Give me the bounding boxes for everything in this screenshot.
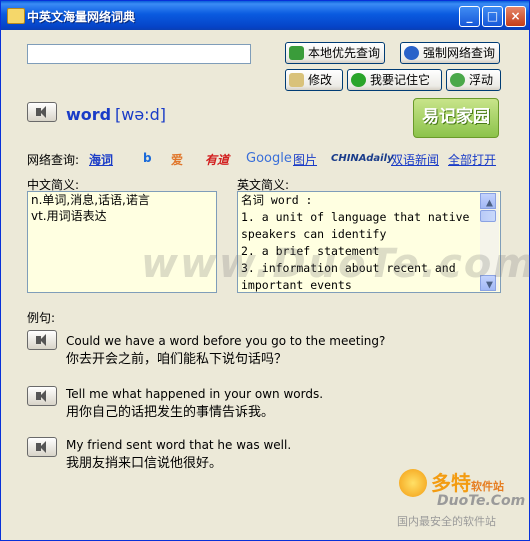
example-1-cn: 你去开会之前，咱们能私下说句话吗？ — [66, 352, 288, 367]
modify-button[interactable]: 修改 — [285, 69, 343, 91]
duote-watermark: 多特软件站 DuoTe.Com 国内最安全的软件站 — [393, 465, 525, 531]
window-title: 中英文海量网络词典 — [27, 10, 136, 24]
example-1-pronounce-button[interactable] — [27, 330, 57, 350]
word-pronounce-button[interactable] — [27, 102, 57, 122]
remember-button[interactable]: 我要记住它 — [347, 69, 442, 91]
example-2-en: Tell me what happened in your own words. — [66, 387, 324, 401]
bing-link[interactable]: b — [143, 151, 152, 165]
maximize-button[interactable]: □ — [482, 6, 503, 27]
google-images-link[interactable]: 图片 — [293, 151, 317, 168]
youdao-link[interactable]: 有道 — [205, 151, 229, 168]
duote-brand: 多特软件站 — [431, 471, 504, 495]
close-button[interactable]: × — [505, 6, 526, 27]
local-first-query-label: 本地优先查询 — [308, 46, 381, 60]
online-query-label: 网络查询: — [27, 153, 80, 167]
google-link[interactable]: Google — [246, 151, 292, 166]
example-2-cn: 用你自己的话把发生的事情告诉我。 — [66, 405, 275, 420]
minimize-button[interactable]: _ — [459, 6, 480, 27]
remember-label: 我要记住它 — [370, 73, 431, 87]
bilingual-news-link[interactable]: 双语新闻 — [391, 151, 439, 168]
duote-star-icon — [399, 469, 427, 497]
example-3-en: My friend sent word that he was well. — [66, 438, 292, 452]
example-3-pronounce-button[interactable] — [27, 437, 57, 457]
globe-icon — [404, 46, 419, 60]
examples-label: 例句: — [27, 311, 56, 325]
app-book-icon — [7, 8, 25, 24]
modify-label: 修改 — [308, 73, 333, 87]
en-brief-line: 名词 word : — [241, 193, 313, 207]
phonetic: [wə:d] — [115, 105, 166, 124]
local-first-query-button[interactable]: 本地优先查询 — [285, 42, 385, 64]
force-online-query-label: 强制网络查询 — [423, 46, 496, 60]
duote-domain: DuoTe.Com — [437, 493, 526, 509]
yiji-home-logo[interactable]: 易记家园 — [413, 98, 499, 138]
scroll-up-icon[interactable]: ▲ — [480, 193, 496, 209]
float-label: 浮动 — [469, 73, 494, 87]
title-bar[interactable]: 中英文海量网络词典 _ □ × — [1, 1, 529, 30]
force-online-query-button[interactable]: 强制网络查询 — [400, 42, 500, 64]
search-input[interactable] — [27, 44, 251, 64]
iciba-link[interactable]: 爱 — [171, 151, 183, 168]
en-brief-line: 1. a unit of language that native — [241, 210, 470, 224]
plus-icon — [351, 73, 366, 87]
watermark: www.DuoTe.com — [141, 241, 530, 287]
chinadaily-link[interactable]: CHINAdaily — [331, 153, 394, 164]
magnifier-icon — [289, 46, 304, 60]
scroll-thumb[interactable] — [480, 210, 496, 222]
float-button[interactable]: 浮动 — [446, 69, 501, 91]
example-2-pronounce-button[interactable] — [27, 386, 57, 406]
example-1-en: Could we have a word before you go to th… — [66, 334, 386, 348]
pencil-icon — [289, 73, 304, 87]
cn-brief-line: n.单词,消息,话语,诺言 — [31, 193, 150, 207]
main-window: 中英文海量网络词典 _ □ × 本地优先查询 强制网络查询 修改 我要记住它 浮… — [0, 0, 530, 541]
refresh-icon — [450, 73, 465, 87]
duote-slogan: 国内最安全的软件站 — [397, 515, 496, 528]
cn-brief-line: vt.用词语表达 — [31, 209, 107, 223]
example-3-cn: 我朋友捎来口信说他很好。 — [66, 456, 223, 471]
headword: word — [66, 105, 112, 124]
haici-link[interactable]: 海词 — [89, 151, 113, 168]
open-all-link[interactable]: 全部打开 — [448, 151, 496, 168]
